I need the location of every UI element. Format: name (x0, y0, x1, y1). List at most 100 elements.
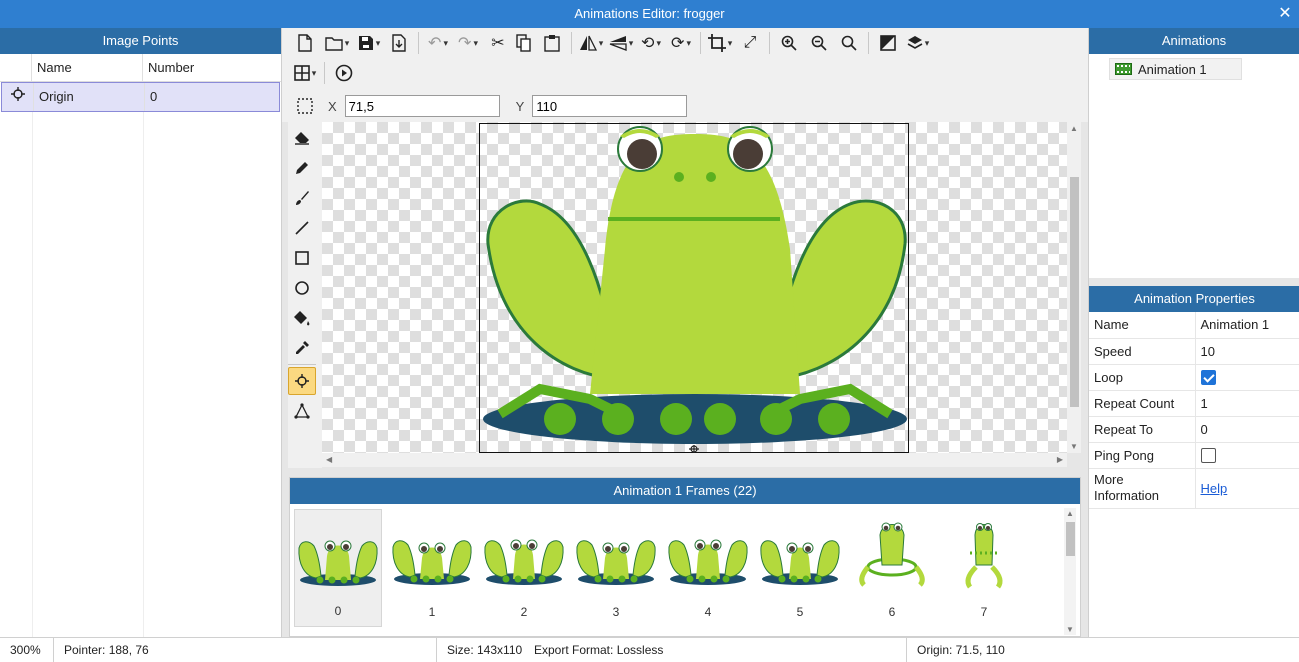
frog-frame-image (760, 540, 840, 585)
save-icon[interactable] (356, 30, 382, 56)
zoom-in-icon[interactable] (776, 30, 802, 56)
animation-name: Animation 1 (1138, 61, 1207, 77)
vertical-scroll-thumb[interactable] (1070, 177, 1079, 407)
image-points-header: Image Points (0, 28, 281, 54)
selection-icon[interactable] (292, 93, 318, 119)
y-label: Y (515, 98, 525, 114)
ping-pong-checkbox[interactable] (1200, 448, 1216, 464)
list-item[interactable]: Animation 1 (1109, 58, 1242, 80)
background-color-icon[interactable] (875, 30, 901, 56)
rotate-right-icon[interactable]: ⟳ (668, 30, 694, 56)
eyedropper-icon[interactable] (288, 334, 316, 362)
undo-icon[interactable]: ↶ (425, 30, 451, 56)
frame-thumbnail[interactable]: 3 (570, 509, 662, 627)
frog-frame-image (668, 539, 748, 585)
sprite-canvas[interactable] (322, 122, 1067, 453)
more-label-line-1: More (1094, 472, 1124, 487)
crop-icon[interactable] (707, 30, 733, 56)
name-value[interactable]: Animation 1 (1195, 312, 1299, 339)
repeat-to-label: Repeat To (1089, 416, 1196, 443)
export-format: Export Format: Lossless (534, 643, 664, 657)
frog-frame-image (576, 540, 656, 585)
flip-vertical-icon[interactable] (608, 30, 634, 56)
eraser-icon[interactable] (288, 124, 316, 152)
open-folder-icon[interactable] (324, 30, 350, 56)
repeat-count-value[interactable]: 1 (1195, 390, 1299, 417)
collision-mask-icon[interactable] (288, 397, 316, 425)
frame-thumbnail[interactable]: 6 (846, 509, 938, 627)
help-link[interactable]: Help (1201, 481, 1228, 496)
paste-icon[interactable] (539, 30, 565, 56)
brush-icon[interactable] (288, 184, 316, 212)
ellipse-icon[interactable] (288, 274, 316, 302)
frame-thumbnail[interactable]: 7 (938, 509, 1030, 627)
flip-horizontal-icon[interactable] (578, 30, 604, 56)
image-points-panel: Image Points Name Number Origin 0 (0, 28, 282, 637)
loop-checkbox[interactable] (1200, 370, 1216, 386)
frame-number: 5 (796, 605, 804, 619)
layers-icon[interactable] (905, 30, 931, 56)
repeat-to-value[interactable]: 0 (1195, 416, 1299, 443)
zoom-level: 300% (10, 643, 41, 657)
frog-sprite (483, 126, 907, 444)
grid-icon[interactable] (292, 60, 318, 86)
frame-number: 2 (520, 605, 528, 619)
column-header-number[interactable]: Number (143, 54, 281, 81)
zoom-reset-icon[interactable] (836, 30, 862, 56)
table-row: Repeat Count 1 (1089, 390, 1299, 417)
copy-icon[interactable] (511, 30, 537, 56)
animation-properties-panel: Animation Properties Name Animation 1 Spe… (1089, 286, 1299, 637)
frame-thumbnail[interactable]: 5 (754, 509, 846, 627)
frame-thumbnail[interactable]: 1 (386, 509, 478, 627)
play-icon[interactable] (331, 60, 357, 86)
rectangle-icon[interactable] (288, 244, 316, 272)
table-row: More Information Help (1089, 468, 1299, 509)
frames-scroll-thumb[interactable] (1066, 522, 1075, 556)
frame-thumbnail[interactable]: 2 (478, 509, 570, 627)
drawing-toolbox (288, 122, 322, 468)
grid-column-lines (0, 112, 281, 637)
cut-icon[interactable]: ✂ (485, 30, 511, 56)
frog-frame-image (859, 522, 925, 587)
frame-number: 3 (612, 605, 620, 619)
frame-number: 1 (428, 605, 436, 619)
rotate-left-icon[interactable]: ⟲ (638, 30, 664, 56)
origin-marker-icon[interactable] (687, 445, 701, 453)
toolbar: ↶ ↷ ✂ ⟲ ⟳ ⤢ X (282, 28, 1088, 122)
more-information-label: More Information (1089, 468, 1196, 509)
point-name-cell[interactable]: Origin (34, 83, 145, 111)
animation-properties-header: Animation Properties (1089, 286, 1299, 312)
frames-scrollbar[interactable]: ▲ ▼ (1064, 508, 1076, 635)
pencil-icon[interactable] (288, 154, 316, 182)
image-points-grid-header: Name Number (0, 54, 281, 82)
frog-frame-image (298, 540, 378, 586)
line-icon[interactable] (288, 214, 316, 242)
new-file-icon[interactable] (292, 30, 318, 56)
zoom-out-icon[interactable] (806, 30, 832, 56)
right-panel: Animations Animation 1 Animation Propert… (1088, 28, 1299, 637)
speed-label: Speed (1089, 338, 1196, 365)
redo-icon[interactable]: ↷ (455, 30, 481, 56)
resize-icon[interactable]: ⤢ (737, 30, 763, 56)
x-field[interactable] (344, 95, 500, 117)
table-row[interactable]: Origin 0 (1, 82, 280, 112)
column-header-name[interactable]: Name (32, 54, 143, 81)
editor-area: ↶ ↷ ✂ ⟲ ⟳ ⤢ X (282, 28, 1088, 637)
canvas-horizontal-scrollbar[interactable]: ◀ ▶ (322, 453, 1067, 467)
frame-thumbnail[interactable]: 0 (294, 509, 382, 627)
point-number-cell[interactable]: 0 (145, 83, 279, 111)
canvas-vertical-scrollbar[interactable]: ▲ ▼ (1067, 122, 1081, 453)
frames-panel: Animation 1 Frames (22) 0 1 2 3 4 5 6 7 ▲ ▼ (289, 477, 1081, 637)
close-icon[interactable]: ✕ (1277, 0, 1293, 28)
y-field[interactable] (532, 95, 688, 117)
frame-thumbnail[interactable]: 4 (662, 509, 754, 627)
frame-number: 4 (704, 605, 712, 619)
fill-bucket-icon[interactable] (288, 304, 316, 332)
sprite-frame[interactable] (479, 123, 909, 453)
export-icon[interactable] (386, 30, 412, 56)
frames-header: Animation 1 Frames (22) (290, 478, 1080, 504)
speed-value[interactable]: 10 (1195, 338, 1299, 365)
origin-point-tool-icon[interactable] (288, 367, 316, 395)
crosshair-icon (2, 83, 34, 111)
frog-frame-image (484, 539, 564, 585)
